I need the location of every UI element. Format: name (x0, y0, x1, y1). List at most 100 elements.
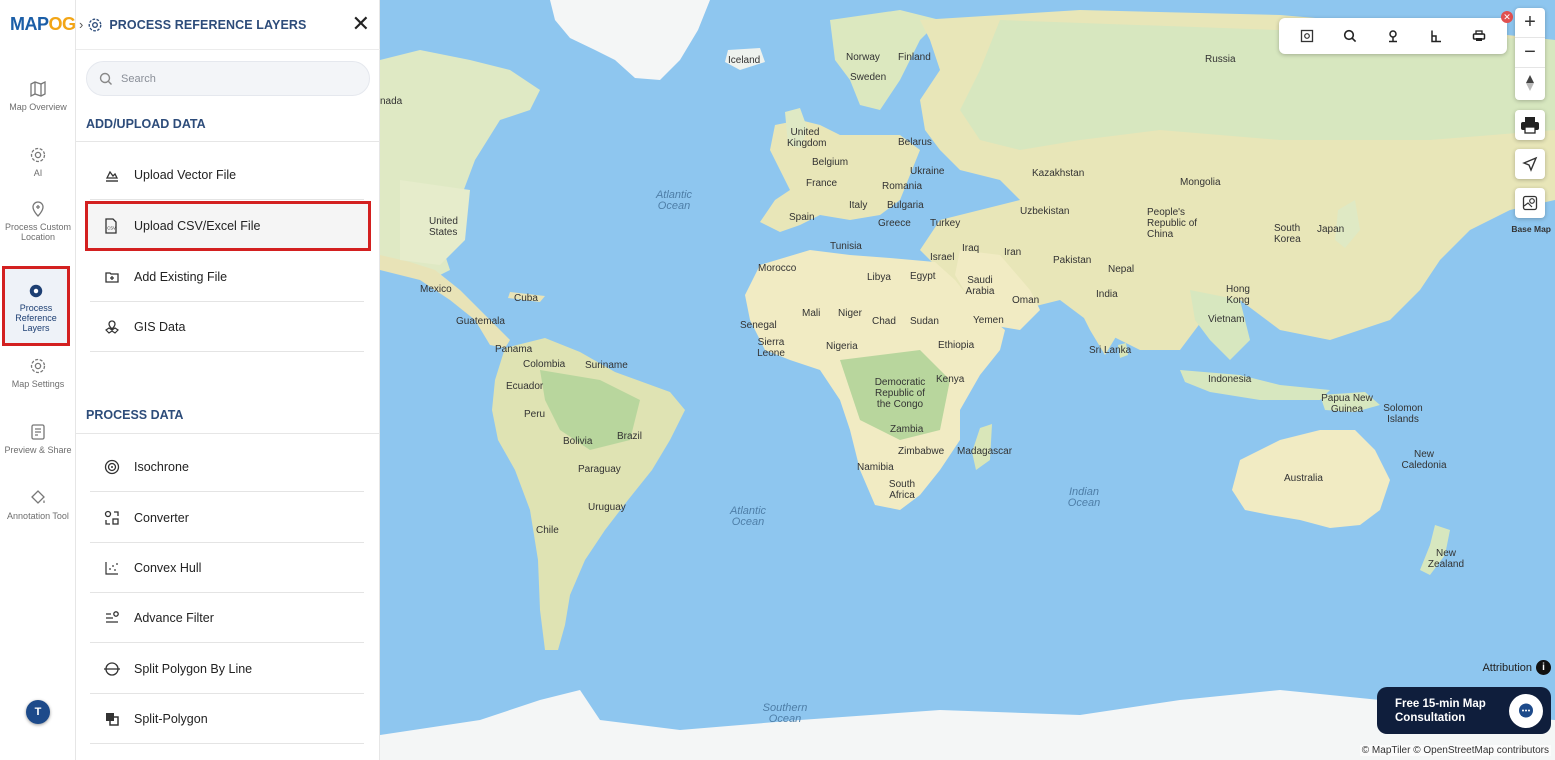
map-label: Mexico (420, 284, 452, 295)
map-label: Belarus (898, 137, 932, 148)
search-input[interactable] (121, 72, 341, 85)
map-label: Mongolia (1180, 177, 1221, 188)
rail-label: Annotation Tool (7, 511, 69, 521)
base-map-button[interactable] (1515, 188, 1545, 218)
compass-button[interactable] (1515, 68, 1545, 98)
print-map-button[interactable] (1515, 110, 1545, 140)
map-label: Indonesia (1208, 374, 1252, 385)
settings-icon (30, 358, 46, 374)
location-pin-icon[interactable] (1379, 22, 1407, 50)
map-label: People's Republic of China (1147, 207, 1198, 240)
map-label: Namibia (857, 462, 894, 473)
map-label: Ukraine (910, 166, 945, 177)
search-icon[interactable] (1336, 22, 1364, 50)
zoom-out-button[interactable]: − (1515, 38, 1545, 68)
rail-item-annotation-tool[interactable]: Annotation Tool (0, 489, 76, 521)
gear-icon (88, 18, 102, 31)
panel-title: PROCESS REFERENCE LAYERS (109, 17, 307, 32)
navigate-button[interactable] (1515, 149, 1545, 179)
upload-csv-excel-file-item[interactable]: CSV Upload CSV/Excel File (85, 201, 371, 251)
map-label: Chad (872, 316, 896, 327)
left-rail: MAPOG Map Overview AI Process Custom Loc… (0, 0, 76, 760)
rail-item-map-settings[interactable]: Map Settings (0, 357, 76, 389)
close-icon[interactable]: ✕ (1501, 11, 1513, 23)
isochrone-item[interactable]: Isochrone (90, 442, 364, 492)
search-box[interactable] (86, 61, 370, 96)
map-label: Sweden (850, 72, 887, 83)
converter-icon (104, 510, 119, 525)
map-label: Ethiopia (938, 340, 975, 351)
map-canvas[interactable]: Iceland Norway Finland Sweden Russia Uni… (380, 0, 1555, 760)
map-label: Paraguay (578, 464, 621, 475)
map-label: United Kingdom (787, 127, 827, 149)
panel-header: › PROCESS REFERENCE LAYERS ✕ (76, 0, 380, 50)
map-label: Uzbekistan (1020, 206, 1070, 217)
map-label: Japan (1317, 224, 1345, 235)
split-line-icon (104, 661, 120, 676)
map-label: South Korea (1274, 223, 1301, 245)
map-label: Kazakhstan (1032, 168, 1085, 179)
map-label: Kenya (936, 374, 965, 385)
map-label: Greece (878, 218, 911, 229)
chat-bubble-icon[interactable] (1509, 694, 1543, 728)
map-label: New Zealand (1427, 548, 1465, 570)
svg-text:CSV: CSV (107, 226, 116, 231)
process-reference-layers-panel: › PROCESS REFERENCE LAYERS ✕ ADD/UPLOAD … (76, 0, 380, 760)
map-label: Belgium (812, 157, 849, 168)
ocean-label: Indian Ocean (1067, 486, 1101, 509)
map-label: Cuba (514, 293, 538, 304)
rail-item-process-reference-layers[interactable]: Process Reference Layers (2, 266, 70, 346)
map-label: Madagascar (957, 446, 1013, 457)
split-polygon-by-line-item[interactable]: Split Polygon By Line (90, 644, 364, 694)
gis-data-item[interactable]: GIS Data (90, 302, 364, 352)
map-label: Morocco (758, 263, 797, 274)
map-label: Saudi Arabia (965, 275, 995, 297)
zoom-in-button[interactable]: + (1515, 8, 1545, 38)
map-search-area-icon[interactable] (1293, 22, 1321, 50)
info-icon[interactable]: i (1536, 660, 1551, 675)
compass-icon (1526, 75, 1534, 91)
csv-file-icon: CSV (105, 218, 117, 234)
map-label: Oman (1012, 295, 1040, 306)
rail-item-map-overview[interactable]: Map Overview (0, 80, 76, 112)
map-label: Pakistan (1053, 255, 1092, 266)
map-label: Nepal (1108, 264, 1135, 275)
rail-item-ai[interactable]: AI (0, 146, 76, 178)
paint-bucket-icon (31, 490, 45, 504)
advance-filter-item[interactable]: Advance Filter (90, 593, 364, 643)
upload-vector-icon (105, 170, 119, 182)
print-icon[interactable] (1465, 22, 1493, 50)
rail-label: Map Settings (11, 379, 65, 389)
rail-item-preview-share[interactable]: Preview & Share (0, 423, 76, 455)
upload-vector-file-item[interactable]: Upload Vector File (90, 150, 364, 200)
attribution-label: Attribution (1482, 661, 1532, 674)
navigation-arrow-icon (1522, 156, 1538, 172)
map-label: South Africa (888, 479, 916, 501)
map-label: Egypt (910, 271, 936, 282)
user-avatar[interactable]: T (26, 700, 50, 724)
map-label: Chile (536, 525, 559, 536)
free-consultation-button[interactable]: Free 15-min Map Consultation (1377, 687, 1551, 734)
map-label: Romania (882, 181, 923, 192)
mapog-logo[interactable]: MAPOG (10, 14, 76, 35)
map-toolbar (1279, 18, 1507, 54)
map-label: Iceland (728, 55, 761, 66)
attribution[interactable]: Attribution i (1482, 660, 1551, 675)
isochrone-icon (104, 459, 120, 474)
chevron-right-icon[interactable]: › (79, 17, 83, 32)
convex-hull-item[interactable]: Convex Hull (90, 543, 364, 593)
close-icon[interactable]: ✕ (352, 13, 370, 35)
rail-item-process-custom-location[interactable]: Process Custom Location (0, 200, 76, 242)
consult-line-2: Consultation (1395, 711, 1466, 724)
converter-item[interactable]: Converter (90, 493, 364, 543)
split-polygon-item[interactable]: Split-Polygon (90, 694, 364, 744)
measure-icon[interactable] (1422, 22, 1450, 50)
add-existing-file-item[interactable]: Add Existing File (90, 252, 364, 302)
map-label: Peru (524, 409, 546, 420)
map-label: Uruguay (588, 502, 626, 513)
map-label: Vietnam (1208, 314, 1245, 325)
ocean-label: Southern Ocean (762, 702, 808, 725)
ocean-label: Atlantic Ocean (655, 189, 693, 212)
divider (76, 433, 380, 434)
map-label: Suriname (585, 360, 628, 371)
